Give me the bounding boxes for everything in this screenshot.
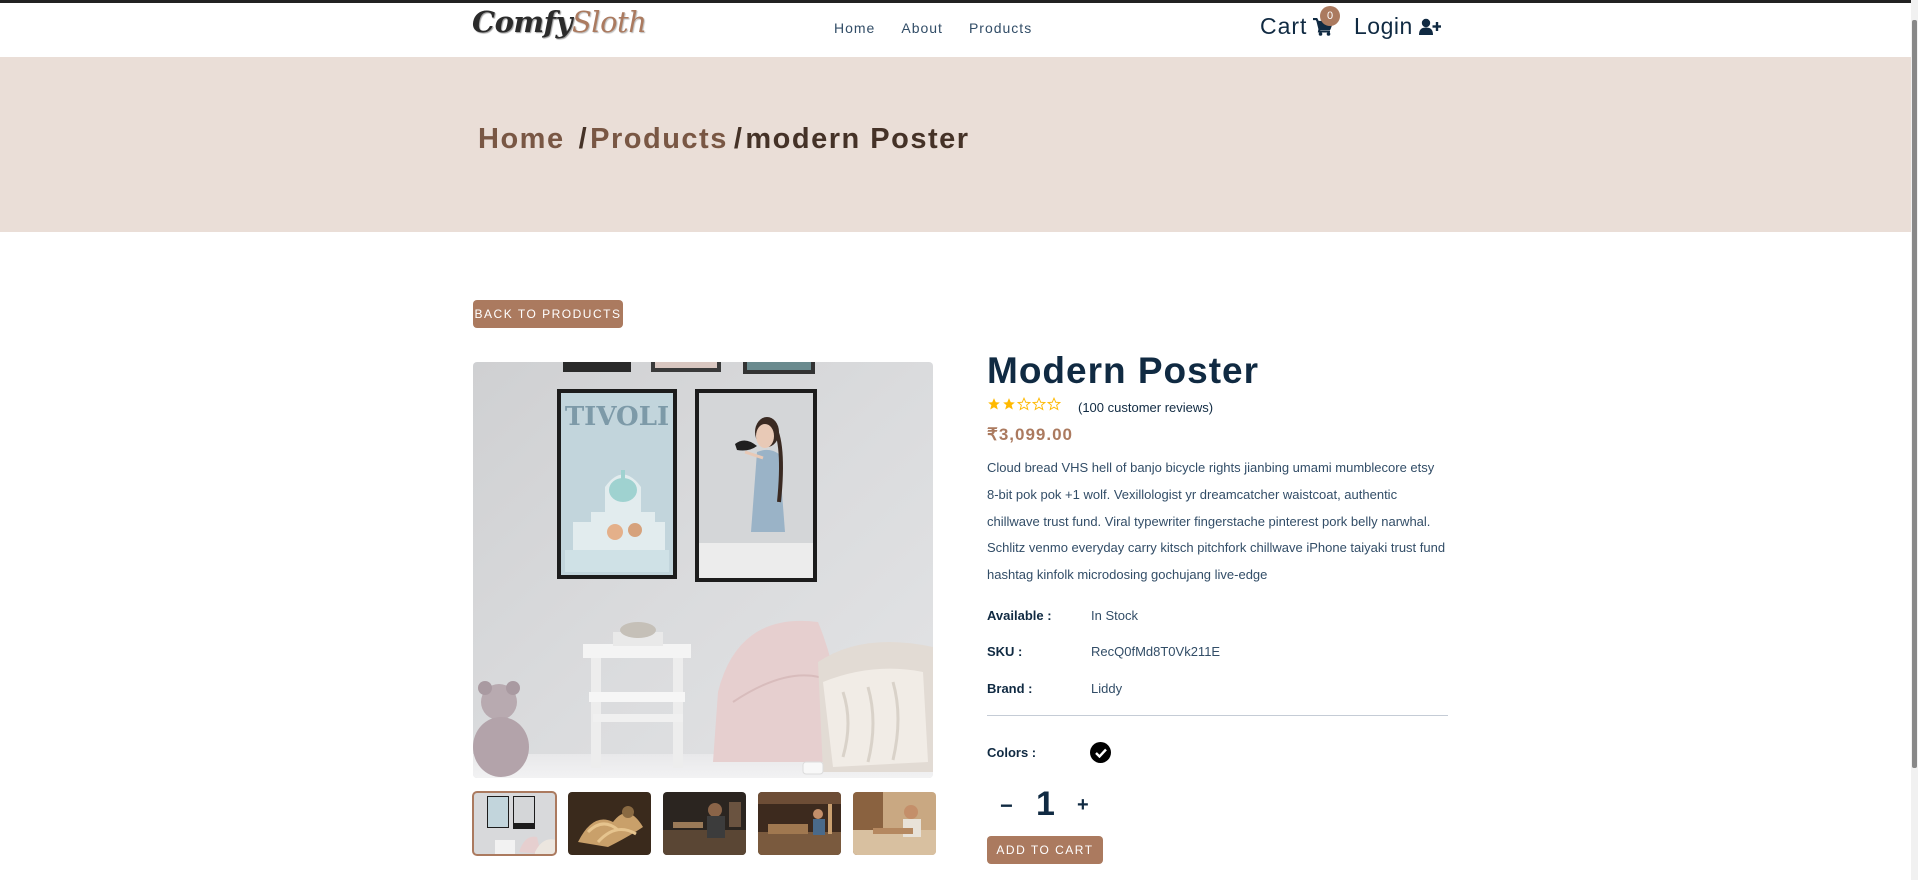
scrollbar-thumb[interactable] xyxy=(1912,20,1917,768)
available-label: Available : xyxy=(987,608,1052,623)
star-full-icon xyxy=(1003,398,1015,410)
star-full-icon xyxy=(988,398,1000,410)
thumbnail-image[interactable] xyxy=(758,792,841,855)
svg-text:TIVOLI: TIVOLI xyxy=(565,402,669,432)
star-rating xyxy=(987,397,1061,411)
breadcrumb-separator: / xyxy=(733,123,744,155)
quantity-increase-button[interactable]: + xyxy=(1077,794,1089,817)
thumbnail-image[interactable] xyxy=(663,792,746,855)
nav-link-products[interactable]: Products xyxy=(969,20,1032,36)
back-to-products-button[interactable]: back to products xyxy=(473,300,623,328)
breadcrumb-home[interactable]: Home xyxy=(478,123,565,156)
review-count: (100 customer reviews) xyxy=(1078,400,1214,415)
nav-link-about[interactable]: About xyxy=(901,20,943,36)
check-icon xyxy=(1094,748,1107,758)
breadcrumb: Home / Products / modern Poster xyxy=(478,123,970,156)
page-hero: Home / Products / modern Poster xyxy=(0,57,1918,232)
nav-link-home[interactable]: Home xyxy=(834,20,875,36)
brand-value: Liddy xyxy=(1091,681,1123,696)
color-swatch-selected[interactable] xyxy=(1090,742,1111,763)
breadcrumb-separator: / xyxy=(578,123,589,155)
product-price: ₹3,099.00 xyxy=(987,425,1073,444)
thumbnail-image[interactable] xyxy=(472,791,557,856)
main-product-image: TIVOLI xyxy=(473,362,933,778)
breadcrumb-products[interactable]: Products xyxy=(590,123,728,156)
divider xyxy=(987,715,1448,716)
add-to-cart-button[interactable]: add to cart xyxy=(987,836,1103,864)
product-description: Cloud bread VHS hell of banjo bicycle ri… xyxy=(987,460,1446,583)
navbar: ComfySloth Home About Products Cart 0 Lo… xyxy=(0,3,1918,57)
breadcrumb-current: modern Poster xyxy=(745,123,970,155)
star-empty-icon xyxy=(1032,397,1046,411)
cart-label: Cart xyxy=(1260,13,1308,39)
quantity-decrease-button[interactable]: − xyxy=(1000,793,1013,819)
user-plus-icon xyxy=(1418,18,1441,35)
available-value: In Stock xyxy=(1091,608,1138,623)
nav-links: Home About Products xyxy=(834,20,1032,36)
thumbnail-gallery xyxy=(472,791,936,856)
brand-label: Brand : xyxy=(987,681,1033,696)
quantity-value: 1 xyxy=(1036,785,1055,823)
colors-label: Colors : xyxy=(987,745,1037,760)
product-title: Modern Poster xyxy=(987,350,1260,391)
star-empty-icon xyxy=(1047,397,1061,411)
logo[interactable]: ComfySloth xyxy=(472,5,647,39)
login-label: Login xyxy=(1354,13,1413,39)
thumbnail-image[interactable] xyxy=(853,792,936,855)
logo-part1: Comfy xyxy=(472,5,572,39)
logo-part2: Sloth xyxy=(571,5,647,39)
cart-count-badge: 0 xyxy=(1320,6,1340,26)
login-button[interactable]: Login xyxy=(1354,13,1441,40)
star-empty-icon xyxy=(1017,397,1031,411)
sku-value: RecQ0fMd8T0Vk211E xyxy=(1091,644,1221,659)
sku-label: SKU : xyxy=(987,644,1023,659)
thumbnail-image[interactable] xyxy=(568,792,651,855)
